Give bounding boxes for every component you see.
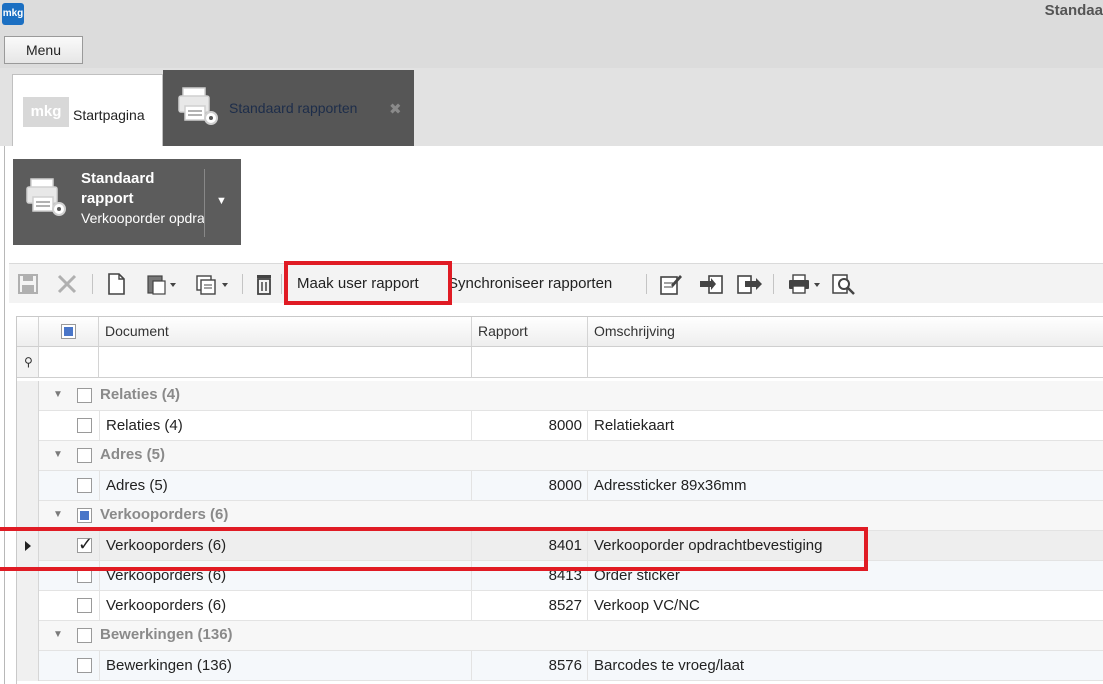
collapse-arrow-icon[interactable]: ▼: [53, 389, 63, 400]
group-checkbox[interactable]: [77, 508, 92, 523]
divider: [92, 274, 93, 294]
row-checkbox[interactable]: [77, 598, 92, 613]
group-row[interactable]: ▼ Relaties (4): [17, 381, 1103, 411]
toolbar: Maak user rapport Synchroniseer rapporte…: [9, 261, 1103, 305]
group-title: Verkooporders (6): [100, 506, 229, 523]
select-all-header[interactable]: [39, 317, 99, 347]
tabs-bar: mkg Startpagina Standaard rapporten ✖: [0, 68, 1103, 146]
row-header: [17, 471, 39, 501]
table-row[interactable]: Verkooporders (6) 8527 Verkoop VC/NC: [17, 591, 1103, 621]
table-row[interactable]: Bewerkingen (136) 8576 Barcodes te vroeg…: [17, 651, 1103, 681]
select-all-checkbox[interactable]: [61, 324, 76, 339]
report-printer-icon: [25, 177, 71, 223]
cell-omschrijving: Relatiekaart: [588, 411, 1103, 441]
report-selector[interactable]: Standaard rapport Verkooporder opdrachtb…: [13, 159, 241, 245]
cell-omschrijving: Adressticker 89x36mm: [588, 471, 1103, 501]
cancel-icon[interactable]: [55, 273, 79, 295]
window-title: Standaa: [1044, 2, 1103, 19]
row-header-corner: [17, 317, 39, 347]
divider: [646, 274, 647, 294]
filter-document-input[interactable]: [99, 347, 472, 378]
copy-dropdown-icon[interactable]: [194, 273, 230, 295]
cell-document: Verkooporders (6): [99, 591, 472, 621]
cell-document: Bewerkingen (136): [99, 651, 472, 681]
row-header: [17, 441, 39, 471]
row-header: [17, 651, 39, 681]
export-icon[interactable]: [736, 273, 764, 295]
title-bar: mkg Standaa: [0, 0, 1103, 34]
column-header-omschrijving[interactable]: Omschrijving: [588, 317, 1103, 347]
cell-rapport: 8527: [472, 591, 588, 621]
filter-rapport-input[interactable]: [472, 347, 588, 378]
menu-bar: Menu: [0, 34, 1103, 68]
delete-icon[interactable]: [254, 273, 274, 295]
group-title: Relaties (4): [100, 386, 181, 403]
collapse-arrow-icon[interactable]: ▼: [53, 509, 63, 520]
row-header: [17, 411, 39, 441]
table-row[interactable]: Adres (5) 8000 Adressticker 89x36mm: [17, 471, 1103, 501]
highlight-box: [284, 261, 452, 305]
content-area: Standaard rapport Verkooporder opdrachtb…: [4, 146, 1103, 684]
close-icon[interactable]: ✖: [389, 100, 402, 118]
row-checkbox[interactable]: [77, 418, 92, 433]
row-checkbox[interactable]: [77, 478, 92, 493]
group-title: Bewerkingen (136): [100, 626, 233, 643]
row-header: [17, 591, 39, 621]
table-row[interactable]: Relaties (4) 8000 Relatiekaart: [17, 411, 1103, 441]
collapse-arrow-icon[interactable]: ▼: [53, 449, 63, 460]
report-printer-icon: [177, 86, 223, 132]
tab-standaard-rapporten[interactable]: Standaard rapporten ✖: [163, 70, 414, 146]
cell-rapport: 8000: [472, 411, 588, 441]
cell-rapport: 8000: [472, 471, 588, 501]
filter-omschrijving-input[interactable]: [588, 347, 1103, 378]
cell-rapport: 8576: [472, 651, 588, 681]
group-title: Adres (5): [100, 446, 166, 463]
cell-document: Adres (5): [99, 471, 472, 501]
group-checkbox[interactable]: [77, 388, 92, 403]
filter-cell[interactable]: [39, 347, 99, 378]
dropdown-arrow-icon[interactable]: ▼: [216, 195, 227, 207]
divider: [204, 169, 205, 237]
group-row[interactable]: ▼ Adres (5): [17, 441, 1103, 471]
column-header-document[interactable]: Document: [99, 317, 472, 347]
group-checkbox[interactable]: [77, 628, 92, 643]
column-header-rapport[interactable]: Rapport: [472, 317, 588, 347]
divider: [773, 274, 774, 294]
print-dropdown-icon[interactable]: [787, 273, 823, 295]
app-logo: mkg: [2, 3, 24, 25]
divider: [281, 274, 282, 294]
row-header: [17, 381, 39, 411]
save-icon[interactable]: [17, 273, 39, 295]
tab-label: Standaard rapporten: [229, 100, 358, 116]
report-subtitle: Verkooporder opdrachtbevestigi: [81, 210, 205, 226]
group-checkbox[interactable]: [77, 448, 92, 463]
cell-omschrijving: Verkoop VC/NC: [588, 591, 1103, 621]
menu-button[interactable]: Menu: [4, 36, 83, 64]
tab-startpagina[interactable]: mkg Startpagina: [12, 74, 163, 146]
print-preview-icon[interactable]: [831, 273, 857, 295]
import-icon[interactable]: [699, 273, 725, 295]
group-row[interactable]: ▼ Bewerkingen (136): [17, 621, 1103, 651]
paste-dropdown-icon[interactable]: [145, 273, 177, 295]
cell-document: Relaties (4): [99, 411, 472, 441]
sync-reports-button[interactable]: Synchroniseer rapporten: [448, 273, 612, 295]
mkg-logo: mkg: [23, 97, 69, 127]
new-document-icon[interactable]: [105, 273, 127, 295]
highlight-box: [0, 527, 868, 571]
collapse-arrow-icon[interactable]: ▼: [53, 629, 63, 640]
row-header: [17, 621, 39, 651]
tab-label: Startpagina: [73, 107, 145, 123]
report-grid: Document Rapport Omschrijving ⚲ ▼ Relati…: [16, 316, 1103, 684]
cell-omschrijving: Barcodes te vroeg/laat: [588, 651, 1103, 681]
filter-pin-icon: ⚲: [24, 355, 33, 369]
divider: [242, 274, 243, 294]
edit-report-icon[interactable]: [659, 273, 683, 295]
report-title: Standaard rapport: [81, 170, 155, 207]
row-checkbox[interactable]: [77, 658, 92, 673]
